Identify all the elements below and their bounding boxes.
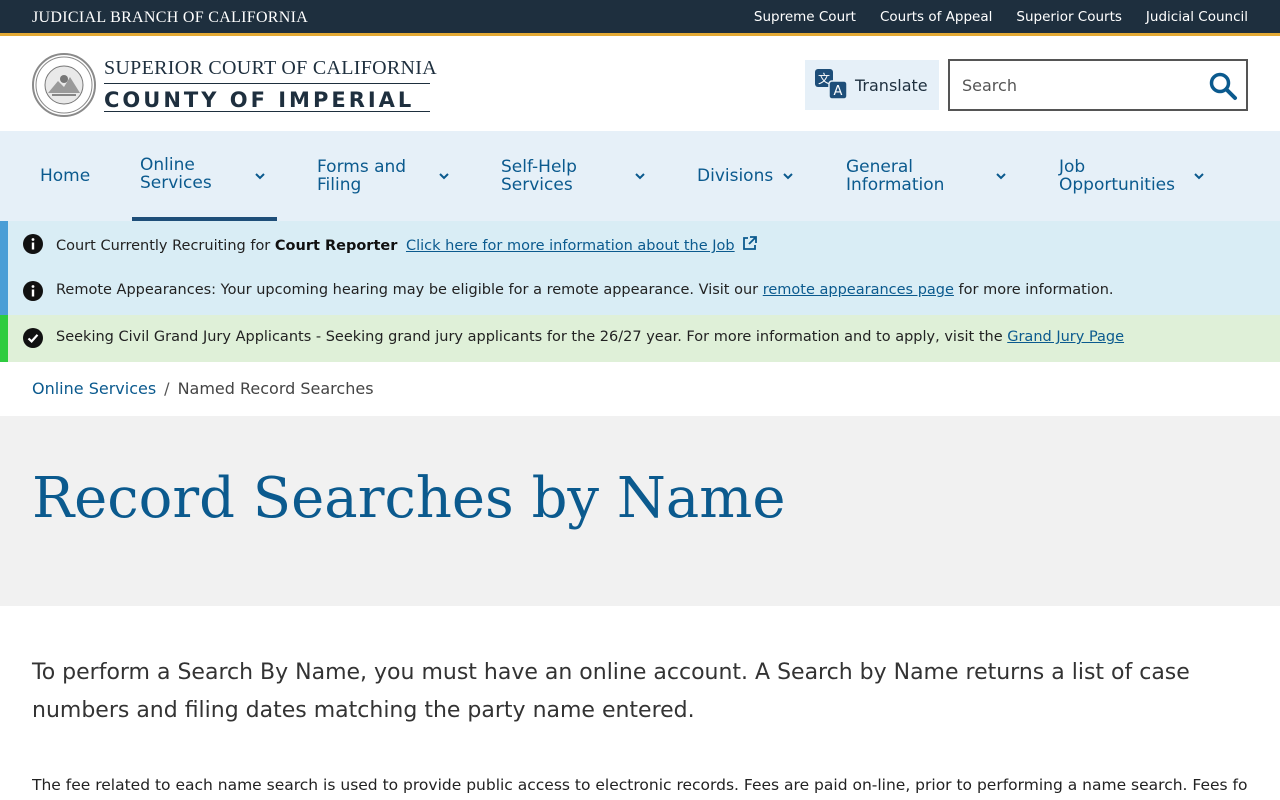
court-name-divider <box>104 83 430 84</box>
top-link-superior-courts[interactable]: Superior Courts <box>1016 9 1122 25</box>
lead-paragraph: To perform a Search By Name, you must ha… <box>32 660 1190 723</box>
nav-item-home[interactable]: Home <box>32 131 102 221</box>
nav-label-home: Home <box>40 166 91 186</box>
alert-prefix: Seeking Civil Grand Jury Applicants - Se… <box>56 329 1008 345</box>
svg-text:A: A <box>834 84 843 99</box>
nav-label-divisions: Divisions <box>697 166 774 186</box>
alert-grand-jury: Seeking Civil Grand Jury Applicants - Se… <box>0 315 1280 362</box>
nav-item-forms-and-filing[interactable]: Forms and Filing <box>309 131 459 221</box>
alert-highlight: Court Reporter <box>274 238 398 254</box>
alert-remote-appearances: Remote Appearances: Your upcoming hearin… <box>0 268 1280 315</box>
check-circle-icon <box>23 328 43 348</box>
page-title: Record Searches by Name <box>32 466 786 531</box>
main-nav: Home Online Services Forms and Filing Se… <box>0 131 1280 221</box>
alert-accent-bar <box>0 315 8 362</box>
top-link-supreme-court[interactable]: Supreme Court <box>754 9 856 25</box>
breadcrumb-online-services[interactable]: Online Services <box>32 379 156 398</box>
chevron-down-icon <box>996 173 1006 180</box>
court-seal-logo[interactable] <box>32 53 96 117</box>
breadcrumb-separator: / <box>164 379 170 398</box>
top-links: Supreme Court Courts of Appeal Superior … <box>754 9 1248 25</box>
breadcrumb-current: Named Record Searches <box>177 379 374 398</box>
site-search <box>948 59 1248 111</box>
search-input[interactable] <box>950 61 1200 109</box>
chevron-down-icon <box>783 173 793 180</box>
chevron-down-icon <box>439 173 449 180</box>
nav-item-general-information[interactable]: General Information <box>838 131 1018 221</box>
site-header: SUPERIOR COURT OF CALIFORNIA COUNTY OF I… <box>0 39 1280 131</box>
alert-text: Remote Appearances: Your upcoming hearin… <box>56 282 1114 298</box>
info-icon <box>23 281 43 301</box>
svg-text:文: 文 <box>818 71 830 86</box>
alert-prefix: Remote Appearances: Your upcoming hearin… <box>56 282 763 298</box>
alert-court-reporter: Court Currently Recruiting for Court Rep… <box>0 221 1280 268</box>
nav-item-divisions[interactable]: Divisions <box>689 131 804 221</box>
alert-accent-bar <box>0 268 8 315</box>
fee-paragraph: The fee related to each name search is u… <box>32 776 1248 794</box>
alert-prefix: Court Currently Recruiting for <box>56 238 275 254</box>
alert-accent-bar <box>0 221 8 268</box>
nav-label-online-services: Online Services <box>140 155 212 193</box>
nav-item-online-services[interactable]: Online Services <box>132 131 277 221</box>
nav-item-job-opportunities[interactable]: Job Opportunities <box>1051 131 1216 221</box>
court-name-line1: SUPERIOR COURT OF CALIFORNIA <box>104 57 437 79</box>
judicial-branch-label: JUDICIAL BRANCH OF CALIFORNIA <box>32 9 309 26</box>
top-link-judicial-council[interactable]: Judicial Council <box>1146 9 1248 25</box>
alert-suffix: for more information. <box>953 282 1114 298</box>
top-bar: JUDICIAL BRANCH OF CALIFORNIA Supreme Co… <box>0 0 1280 36</box>
alert-text: Seeking Civil Grand Jury Applicants - Se… <box>56 329 1124 345</box>
page-hero: Record Searches by Name <box>0 416 1280 606</box>
info-icon <box>23 234 43 254</box>
translate-icon: 文 A <box>815 69 848 100</box>
top-link-courts-of-appeal[interactable]: Courts of Appeal <box>880 9 992 25</box>
chevron-down-icon <box>1194 173 1204 180</box>
nav-label-forms-and-filing: Forms and Filing <box>317 157 407 195</box>
translate-label: Translate <box>855 75 928 95</box>
grand-jury-link[interactable]: Grand Jury Page <box>1007 329 1124 345</box>
breadcrumb: Online Services / Named Record Searches <box>32 379 374 398</box>
alert-text: Court Currently Recruiting for Court Rep… <box>56 235 758 254</box>
court-name-line2: COUNTY OF IMPERIAL <box>104 88 415 112</box>
nav-item-self-help-services[interactable]: Self-Help Services <box>493 131 653 221</box>
search-icon[interactable] <box>1208 71 1238 101</box>
nav-label-job-opportunities: Job Opportunities <box>1059 157 1175 195</box>
nav-label-general-information: General Information <box>846 157 945 195</box>
chevron-down-icon <box>635 173 645 180</box>
chevron-down-icon <box>255 173 265 180</box>
job-info-link-text: Click here for more information about th… <box>405 238 735 254</box>
nav-label-self-help-services: Self-Help Services <box>501 157 577 195</box>
remote-appearances-link[interactable]: remote appearances page <box>763 282 954 298</box>
external-link-icon <box>743 236 758 250</box>
court-name-underline <box>104 111 430 112</box>
seal-icon <box>35 56 93 114</box>
translate-button[interactable]: 文 A Translate <box>805 60 939 110</box>
job-info-link[interactable]: Click here for more information about th… <box>406 238 735 254</box>
